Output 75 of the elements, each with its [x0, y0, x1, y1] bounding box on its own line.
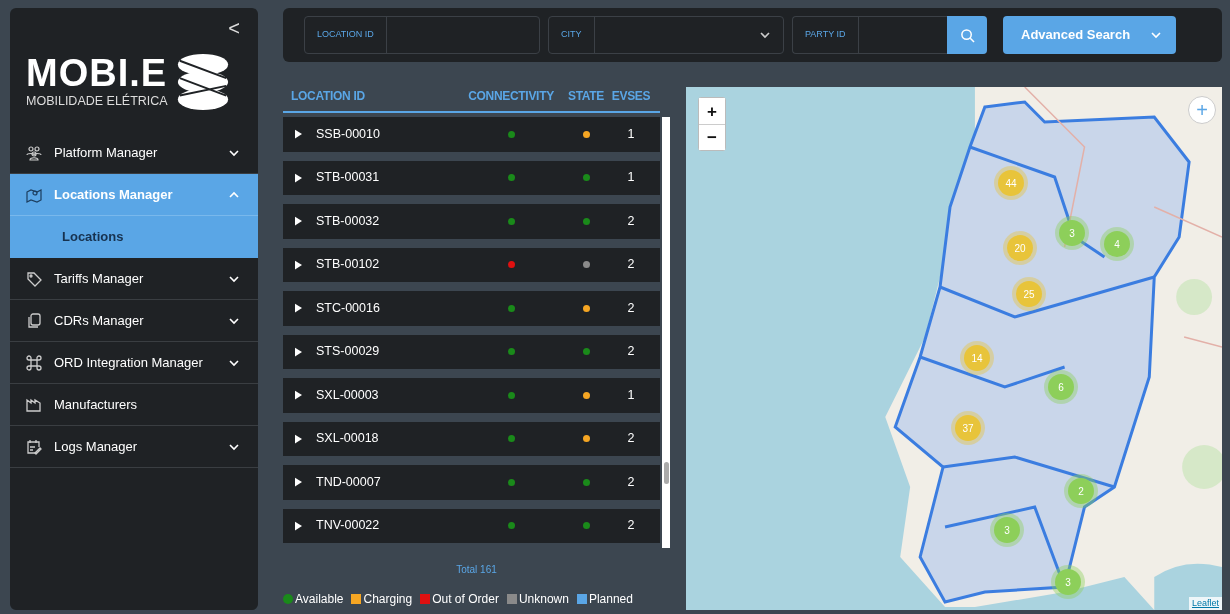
table-row[interactable]: SXL-00003 1 — [283, 378, 660, 413]
evses-count: 1 — [627, 126, 635, 141]
logo-wordmark: MOBI.E — [26, 53, 168, 92]
evses-count: 2 — [627, 518, 635, 533]
evses-count: 2 — [627, 300, 635, 315]
evses-count: 2 — [627, 431, 635, 446]
expand-caret-icon — [295, 172, 302, 183]
column-header: LOCATION ID — [290, 88, 366, 105]
search-field[interactable]: LOCATION ID — [304, 16, 540, 54]
evses-count: 2 — [627, 257, 635, 272]
evses-count: 2 — [627, 213, 635, 228]
sidebar-item[interactable]: CDRs Manager — [10, 300, 258, 342]
zoom-out-button[interactable]: − — [699, 124, 725, 150]
expand-caret-icon — [295, 433, 302, 444]
sidebar-item[interactable]: ORD Integration Manager — [10, 342, 258, 384]
legend-label: Charging — [363, 591, 413, 608]
legend-label: Planned — [588, 591, 633, 608]
location-id: STS-00029 — [316, 343, 380, 361]
location-id: SXL-00003 — [316, 386, 379, 404]
location-id: TND-00007 — [316, 473, 381, 491]
scrollbar[interactable] — [662, 117, 670, 548]
legend-label: Out of Order — [432, 591, 499, 608]
legend-label: Available — [295, 591, 344, 608]
table-row[interactable]: SXL-00018 2 — [283, 421, 660, 456]
notepad-icon — [26, 438, 42, 455]
legend-label: Unknown — [518, 591, 569, 608]
expand-caret-icon — [295, 259, 302, 270]
chevron-icon — [759, 29, 771, 41]
documents-icon — [26, 312, 42, 329]
location-id: TNV-00022 — [316, 517, 380, 535]
expand-caret-icon — [295, 346, 302, 357]
expand-caret-icon — [295, 520, 302, 531]
map-icon — [26, 186, 42, 203]
table-row[interactable]: STB-00031 1 — [283, 160, 660, 195]
sidebar-item[interactable]: Manufacturers — [10, 384, 258, 426]
evses-count: 2 — [627, 344, 635, 359]
expand-caret-icon — [295, 303, 302, 314]
evses-count: 1 — [627, 387, 635, 402]
command-icon — [26, 354, 42, 371]
evses-count: 1 — [627, 170, 635, 185]
location-id: STC-00016 — [316, 299, 380, 317]
table-row[interactable]: SSB-00010 1 — [283, 117, 660, 152]
column-header: EVSES — [611, 88, 651, 105]
factory-icon — [26, 396, 42, 413]
table-row[interactable]: STS-00029 2 — [283, 334, 660, 369]
sidebar-item[interactable]: Tariffs Manager — [10, 258, 258, 300]
logo-tagline: MOBILIDADE ELÉTRICA — [26, 92, 168, 110]
collapse-button[interactable]: < — [228, 18, 240, 38]
tag-icon — [26, 270, 42, 287]
location-id: STB-00032 — [316, 212, 380, 230]
search-button[interactable] — [947, 16, 987, 54]
expand-caret-icon — [295, 216, 302, 227]
table-row[interactable]: STC-00016 2 — [283, 291, 660, 326]
column-header: CONNECTIVITY — [467, 88, 555, 105]
location-id: STB-00031 — [316, 169, 380, 187]
sidebar-subitem[interactable]: Locations — [10, 216, 258, 258]
search-icon — [959, 27, 975, 43]
evses-count: 2 — [627, 474, 635, 489]
search-field[interactable]: CITY — [548, 16, 784, 54]
expand-caret-icon — [295, 477, 302, 488]
total-count: Total 161 — [455, 563, 498, 577]
expand-caret-icon — [295, 390, 302, 401]
sidebar-item[interactable]: Logs Manager — [10, 426, 258, 468]
location-id: STB-00102 — [316, 256, 380, 274]
table-row[interactable]: STB-00102 2 — [283, 247, 660, 282]
expand-caret-icon — [295, 129, 302, 140]
table-row[interactable]: TND-00007 2 — [283, 465, 660, 500]
table-row[interactable]: TNV-00022 2 — [283, 508, 660, 543]
location-id: SXL-00018 — [316, 430, 379, 448]
chevron-icon — [1150, 29, 1163, 41]
column-header: STATE — [566, 88, 606, 105]
location-id: SSB-00010 — [316, 125, 380, 143]
table-row[interactable]: STB-00032 2 — [283, 204, 660, 239]
people-icon — [26, 144, 42, 161]
search-field[interactable]: PARTY ID — [792, 16, 987, 54]
